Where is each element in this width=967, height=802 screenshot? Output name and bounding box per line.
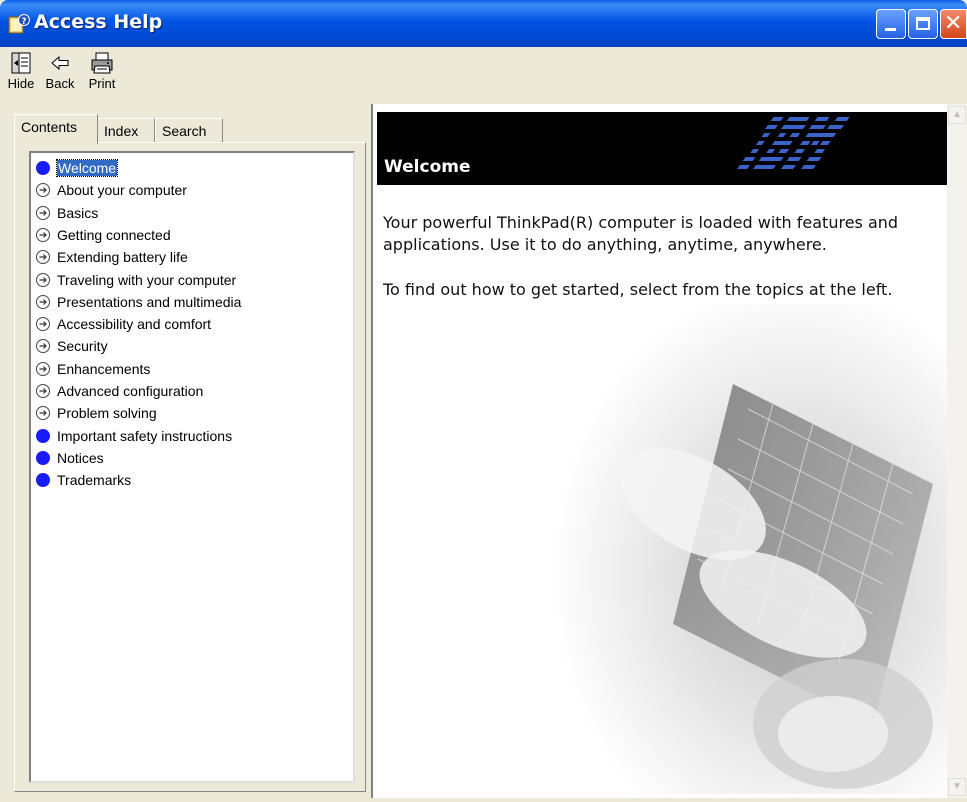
tree-item-label: Notices: [57, 449, 104, 466]
tree-item[interactable]: Extending battery life: [35, 246, 188, 268]
tree-item[interactable]: Presentations and multimedia: [35, 291, 241, 313]
back-arrow-icon: [51, 55, 69, 71]
help-book-icon: ?: [8, 14, 30, 34]
expand-circle-icon: [36, 227, 50, 242]
title-bar[interactable]: ? Access Help ✕: [0, 0, 967, 47]
navigation-pane: Contents Index Search Welcome About your …: [8, 104, 366, 798]
tree-item-label: Enhancements: [57, 360, 151, 377]
tree-item-label: Important safety instructions: [57, 427, 233, 444]
topic-page-icon: [36, 161, 50, 175]
back-label: Back: [45, 76, 75, 91]
topic-page-icon: [36, 473, 50, 488]
tree-item[interactable]: Advanced configuration: [35, 380, 203, 402]
expand-circle-icon: [36, 250, 50, 265]
tree-item-label: Getting connected: [57, 226, 171, 243]
print-label: Print: [88, 76, 116, 91]
expand-circle-icon: [36, 339, 50, 354]
tree-item-label: Accessibility and comfort: [57, 316, 212, 333]
tree-item-label: Presentations and multimedia: [57, 293, 242, 310]
tab-contents[interactable]: Contents: [14, 114, 98, 144]
tab-index-label: Index: [104, 123, 139, 139]
tree-item[interactable]: Important safety instructions: [35, 425, 232, 447]
contents-tree[interactable]: Welcome About your computer Basics Getting …: [29, 151, 355, 783]
tree-item[interactable]: Basics: [35, 202, 98, 224]
tree-item[interactable]: Security: [35, 335, 108, 357]
tree-item[interactable]: Problem solving: [35, 402, 157, 424]
expand-circle-icon: [36, 205, 50, 220]
tree-item-label: Security: [57, 338, 108, 355]
print-button[interactable]: Print: [82, 51, 122, 91]
expand-circle-icon: [36, 272, 50, 287]
close-icon: ✕: [944, 11, 963, 36]
window-bottom-edge: [0, 798, 967, 802]
window-title: Access Help: [34, 11, 163, 33]
tree-item[interactable]: Accessibility and comfort: [35, 313, 211, 335]
toolbar: Hide Back Print: [0, 47, 967, 104]
tree-item[interactable]: Trademarks: [35, 469, 131, 491]
expand-circle-icon: [36, 294, 50, 309]
minimize-icon: [885, 28, 896, 31]
tree-item-label: Welcome: [55, 159, 119, 177]
tab-index[interactable]: Index: [97, 118, 155, 142]
minimize-button[interactable]: [876, 9, 906, 39]
tab-search[interactable]: Search: [155, 118, 223, 142]
tree-item[interactable]: Notices: [35, 447, 104, 469]
vertical-scrollbar[interactable]: ▲ ▼: [947, 104, 967, 798]
tree-item-label: Traveling with your computer: [57, 271, 237, 288]
scroll-down-icon[interactable]: ▼: [948, 778, 966, 796]
svg-text:?: ?: [21, 17, 26, 27]
tree-item[interactable]: About your computer: [35, 179, 187, 201]
content-pane: Welcome Your powerful ThinkPad(R) comput…: [371, 104, 967, 798]
maximize-icon: [916, 17, 930, 30]
tree-item-label: Extending battery life: [57, 249, 188, 266]
scroll-up-icon[interactable]: ▲: [948, 106, 966, 124]
maximize-button[interactable]: [908, 9, 938, 39]
expand-circle-icon: [36, 183, 50, 198]
welcome-paragraph: Your powerful ThinkPad(R) computer is lo…: [383, 213, 899, 254]
hide-button[interactable]: Hide: [4, 51, 38, 91]
hide-pane-icon: [11, 52, 31, 74]
tree-item-label: Basics: [57, 204, 99, 221]
tree-item[interactable]: Welcome: [35, 157, 119, 179]
contents-panel: Welcome About your computer Basics Getting …: [14, 142, 366, 792]
tab-contents-label: Contents: [21, 119, 78, 135]
hide-label: Hide: [7, 76, 35, 91]
close-button[interactable]: ✕: [940, 9, 967, 39]
tab-search-label: Search: [162, 123, 207, 139]
tree-item[interactable]: Getting connected: [35, 224, 171, 246]
back-button[interactable]: Back: [40, 51, 80, 91]
ibm-logo: [737, 117, 850, 169]
tree-item-label: About your computer: [57, 182, 187, 199]
instructions-paragraph: To find out how to get started, select f…: [383, 280, 893, 299]
header-banner: Welcome: [377, 112, 947, 185]
expand-circle-icon: [36, 384, 50, 398]
expand-circle-icon: [36, 317, 50, 332]
topic-page-icon: [36, 450, 50, 465]
expand-circle-icon: [36, 361, 50, 376]
tree-item-label: Problem solving: [57, 405, 157, 422]
page-title: Welcome: [384, 157, 471, 177]
topic-page-icon: [36, 428, 50, 443]
expand-circle-icon: [36, 406, 50, 421]
thinkpad-typing-photo: [543, 304, 949, 794]
printer-icon: [91, 52, 113, 74]
tree-item-label: Trademarks: [57, 472, 132, 489]
tree-item[interactable]: Traveling with your computer: [35, 269, 236, 291]
tree-item-label: Advanced configuration: [57, 383, 204, 399]
tree-item[interactable]: Enhancements: [35, 358, 150, 380]
